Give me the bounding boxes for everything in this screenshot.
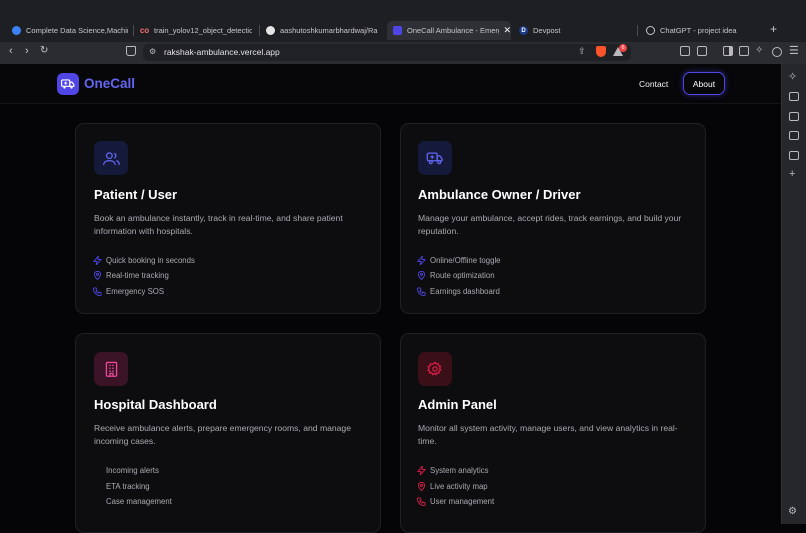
phone-icon	[417, 497, 426, 506]
hospital-building-icon	[94, 352, 128, 386]
card-title: Hospital Dashboard	[94, 397, 217, 412]
nav-contact[interactable]: Contact	[639, 79, 668, 89]
feature-item: Real-time tracking	[93, 271, 169, 280]
sidebar-toggle-icon[interactable]	[723, 46, 733, 56]
feature-label: Quick booking in seconds	[106, 256, 195, 265]
sidebar-settings-icon[interactable]: ⚙	[788, 506, 797, 517]
ambulance-logo-icon[interactable]	[57, 73, 79, 95]
close-tab-icon[interactable]: ✕	[503, 25, 511, 36]
browser-tab[interactable]: ChatGPT - project idea	[646, 21, 764, 40]
feature-label: Emergency SOS	[106, 287, 165, 296]
card-title: Ambulance Owner / Driver	[418, 187, 581, 202]
browser-tab[interactable]: aashutoshkumarbhardwaj/Raksh	[266, 21, 378, 40]
back-icon[interactable]: ‹	[9, 45, 13, 57]
feature-item: Case management	[93, 497, 172, 506]
feature-label: User management	[430, 497, 495, 506]
feature-item: System analytics	[417, 466, 489, 475]
bookmarks-sidebar-icon[interactable]	[789, 131, 799, 140]
browser-tab[interactable]: Complete Data Science,Machine	[12, 21, 128, 40]
feature-label: Case management	[106, 497, 172, 506]
tab-title: ChatGPT - project idea	[660, 26, 737, 35]
extensions-icon[interactable]	[680, 46, 690, 56]
feature-label: Incoming alerts	[106, 466, 159, 475]
zap-icon	[93, 256, 102, 265]
card-title: Admin Panel	[418, 397, 497, 412]
site-settings-icon[interactable]: ⚙	[149, 47, 156, 56]
brave-shield-icon[interactable]	[596, 46, 606, 57]
feature-item: Incoming alerts	[93, 466, 159, 475]
url-text[interactable]: rakshak-ambulance.vercel.app	[164, 47, 280, 57]
feature-label: Real-time tracking	[106, 271, 169, 280]
card-title: Patient / User	[94, 187, 178, 202]
card-description: Manage your ambulance, accept rides, tra…	[418, 213, 682, 236]
users-icon	[94, 141, 128, 175]
tab-divider	[259, 25, 260, 36]
feature-item: Route optimization	[417, 271, 495, 280]
feature-label: Online/Offline toggle	[430, 256, 501, 265]
add-sidebar-icon[interactable]: +	[789, 168, 795, 180]
tab-divider	[637, 25, 638, 36]
reload-icon[interactable]: ↻	[40, 45, 48, 56]
browser-tab-active[interactable]: OneCall Ambulance - Emerg ✕	[387, 21, 511, 40]
share-icon[interactable]: ⇪	[578, 46, 586, 57]
card-description: Book an ambulance instantly, track in re…	[94, 213, 343, 236]
wallet-icon[interactable]	[739, 46, 749, 56]
location-pin-icon	[417, 482, 426, 491]
location-pin-icon	[93, 271, 102, 280]
feature-item: Live activity map	[417, 482, 488, 491]
feature-label: Route optimization	[430, 271, 495, 280]
gear-icon	[418, 352, 452, 386]
feature-label: System analytics	[430, 466, 489, 475]
vpn-icon[interactable]	[772, 47, 782, 57]
devpost-icon: D	[519, 26, 528, 35]
tab-title: aashutoshkumarbhardwaj/Raksh	[280, 26, 378, 35]
history-sidebar-icon[interactable]	[789, 151, 799, 160]
colab-icon: co	[140, 26, 150, 35]
feature-item: Emergency SOS	[93, 287, 164, 296]
tab-divider	[133, 25, 134, 36]
reading-list-icon[interactable]	[789, 92, 799, 101]
tab-title: OneCall Ambulance - Emerg	[407, 26, 500, 35]
feature-item: ETA tracking	[93, 482, 150, 491]
tab-search-icon[interactable]	[697, 46, 707, 56]
telegram-icon	[12, 26, 21, 35]
feature-item: Quick booking in seconds	[93, 256, 195, 265]
zap-icon	[417, 466, 426, 475]
forward-icon[interactable]: ›	[25, 45, 29, 57]
wallet-sidebar-icon[interactable]	[789, 112, 799, 121]
browser-tab[interactable]: co train_yolov12_object_detection	[140, 21, 252, 40]
ambulance-icon	[418, 141, 452, 175]
tab-title: train_yolov12_object_detection	[154, 26, 252, 35]
feature-label: Earnings dashboard	[430, 287, 500, 296]
leo-sidebar-icon[interactable]: ✧	[788, 70, 797, 83]
phone-icon	[417, 287, 426, 296]
tab-title: Devpost	[533, 26, 561, 35]
feature-item: User management	[417, 497, 494, 506]
github-icon	[266, 26, 275, 35]
chatgpt-icon	[646, 26, 655, 35]
leo-ai-icon[interactable]: ✧	[755, 45, 763, 56]
nav-about-button[interactable]: About	[683, 72, 725, 95]
feature-item: Earnings dashboard	[417, 287, 500, 296]
phone-icon	[93, 287, 102, 296]
card-description: Monitor all system activity, manage user…	[418, 423, 678, 446]
feature-label: ETA tracking	[106, 482, 150, 491]
brand-name[interactable]: OneCall	[84, 76, 135, 91]
notification-badge: 6	[619, 44, 627, 52]
tab-title: Complete Data Science,Machine	[26, 26, 128, 35]
browser-tab[interactable]: D Devpost	[519, 21, 629, 40]
onecall-favicon	[393, 26, 402, 35]
feature-item: Online/Offline toggle	[417, 256, 501, 265]
feature-label: Live activity map	[430, 482, 488, 491]
menu-icon[interactable]: ☰	[789, 44, 799, 57]
location-pin-icon	[417, 271, 426, 280]
card-description: Receive ambulance alerts, prepare emerge…	[94, 423, 351, 446]
zap-icon	[417, 256, 426, 265]
bookmark-icon[interactable]	[126, 46, 136, 56]
new-tab-icon[interactable]: +	[770, 22, 777, 36]
